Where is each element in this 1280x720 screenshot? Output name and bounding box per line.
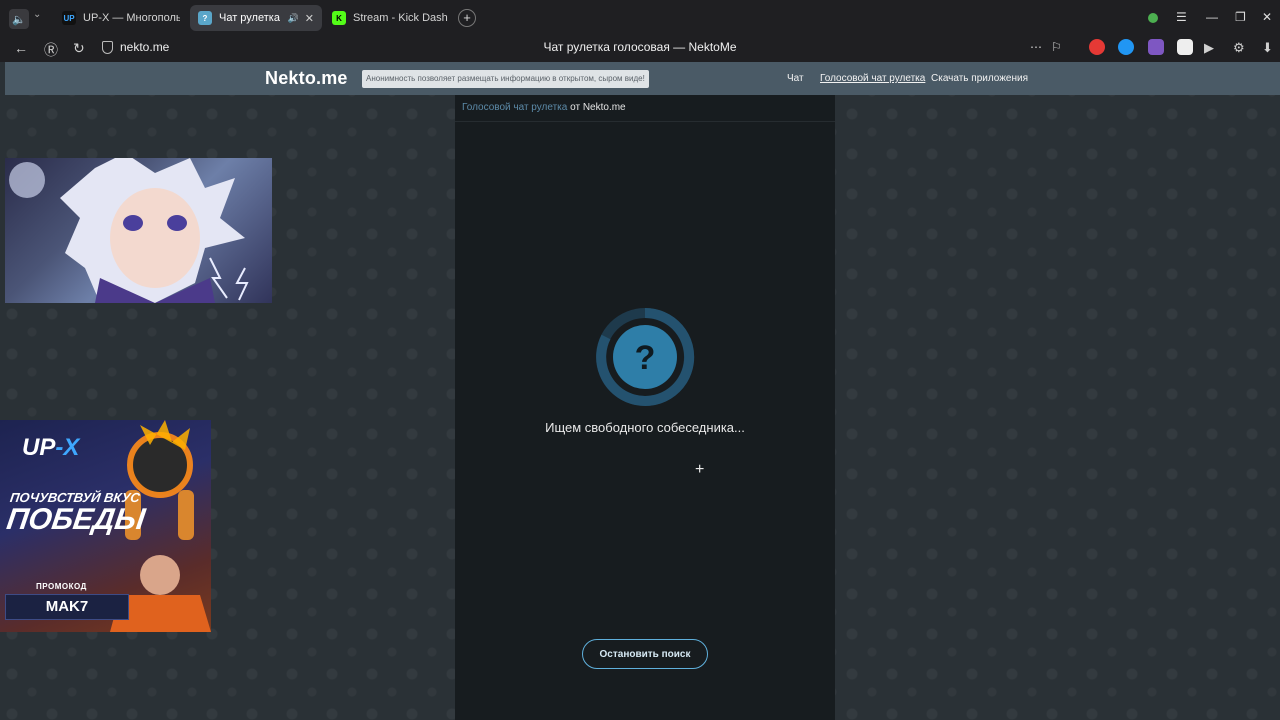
- breadcrumb-link[interactable]: Голосовой чат рулетка: [462, 102, 567, 113]
- nav-chat-link[interactable]: Чат: [787, 73, 804, 84]
- searching-spinner-icon: ?: [596, 307, 695, 406]
- shield-badge-icon[interactable]: Ⓡ: [44, 40, 58, 60]
- slogan-line-2: ПОБЕДЫ: [4, 503, 148, 536]
- more-options-icon[interactable]: ⋯: [1030, 40, 1042, 54]
- nav-voice-chat-link[interactable]: Голосовой чат рулетка: [820, 73, 925, 84]
- stop-search-button[interactable]: Остановить поиск: [582, 639, 708, 669]
- minimize-icon[interactable]: —: [1206, 10, 1218, 24]
- extension-red-icon[interactable]: [1089, 39, 1105, 55]
- tab-title: UP-X — Многопользоват: [83, 12, 180, 24]
- download-icon[interactable]: ⬇: [1262, 40, 1273, 56]
- tab-title: Stream - Kick Dashboard: [353, 12, 448, 24]
- audio-playing-icon[interactable]: 🔊: [288, 13, 299, 24]
- upx-logo-main: UP: [22, 434, 56, 461]
- site-security-icon[interactable]: [102, 41, 113, 54]
- page-content: Nekto.me Анонимность позволяет размещать…: [0, 62, 1280, 720]
- back-icon[interactable]: ←: [14, 40, 28, 56]
- stream-overlay-anime-image: [5, 158, 272, 303]
- reload-icon[interactable]: ↻: [73, 40, 85, 57]
- promo-label: ПРОМОКОД: [36, 582, 87, 591]
- new-tab-button[interactable]: +: [458, 9, 476, 27]
- ad-slogan: ПОЧУВСТВУЙ ВКУС ПОБЕДЫ: [4, 490, 149, 536]
- site-header: Nekto.me Анонимность позволяет размещать…: [5, 62, 1280, 95]
- notice-banner: Анонимность позволяет размещать информац…: [362, 70, 649, 88]
- promo-code: MAK7: [5, 594, 129, 620]
- stream-overlay-upx-ad: UP-X ПОЧУВСТВУЙ ВКУС ПОБЕДЫ ПРОМОКОД MAK…: [0, 420, 211, 632]
- tab-title: Чат рулетка голосо: [219, 12, 282, 24]
- nav-download-apps-link[interactable]: Скачать приложения: [931, 73, 1028, 84]
- extension-purple-icon[interactable]: [1148, 39, 1164, 55]
- svg-text:?: ?: [635, 339, 656, 377]
- address-bar: ← Ⓡ ↻ nekto.me Чат рулетка голосовая — N…: [0, 36, 1280, 62]
- upx-logo-accent: -X: [55, 434, 80, 461]
- anime-character-image: [9, 158, 249, 303]
- chevron-down-icon[interactable]: ⌄: [33, 9, 41, 20]
- voice-chat-panel: Голосовой чат рулетка от Nekto.me ? Ищем…: [455, 95, 835, 720]
- upx-favicon-icon: UP: [62, 11, 76, 25]
- extension-status-icon[interactable]: [1148, 13, 1158, 23]
- media-icon[interactable]: ▶: [1204, 40, 1214, 56]
- searching-status-text: Ищем свободного собеседника...: [545, 420, 745, 435]
- browser-tab-bar: 🔈 ⌄ UP UP-X — Многопользоват ? Чат рулет…: [0, 0, 1280, 36]
- close-window-icon[interactable]: ✕: [1262, 10, 1272, 24]
- page-title: Чат рулетка голосовая — NektoMe: [543, 40, 737, 54]
- extension-blue-icon[interactable]: [1118, 39, 1134, 55]
- divider: [455, 121, 835, 122]
- nekto-favicon-icon: ?: [198, 11, 212, 25]
- tab-upx[interactable]: UP UP-X — Многопользоват: [54, 5, 188, 31]
- speaker-icon[interactable]: 🔈: [9, 9, 29, 29]
- site-logo[interactable]: Nekto.me: [265, 68, 348, 89]
- tab-kick[interactable]: K Stream - Kick Dashboard: [324, 5, 456, 31]
- menu-icon[interactable]: ☰: [1176, 10, 1187, 24]
- mouse-cursor-icon: +: [695, 461, 705, 478]
- extensions-icon[interactable]: ⚙: [1233, 40, 1245, 56]
- extension-white-icon[interactable]: [1177, 39, 1193, 55]
- url-field[interactable]: nekto.me: [120, 40, 169, 54]
- close-tab-icon[interactable]: ✕: [305, 12, 314, 25]
- kick-favicon-icon: K: [332, 11, 346, 25]
- breadcrumb-text: от Nekto.me: [567, 102, 626, 113]
- upx-logo: UP-X: [22, 434, 79, 462]
- tab-nekto[interactable]: ? Чат рулетка голосо 🔊 ✕: [190, 5, 322, 31]
- bookmark-icon[interactable]: ⚐: [1051, 40, 1062, 54]
- maximize-icon[interactable]: ❐: [1235, 10, 1246, 24]
- breadcrumb: Голосовой чат рулетка от Nekto.me: [462, 102, 626, 113]
